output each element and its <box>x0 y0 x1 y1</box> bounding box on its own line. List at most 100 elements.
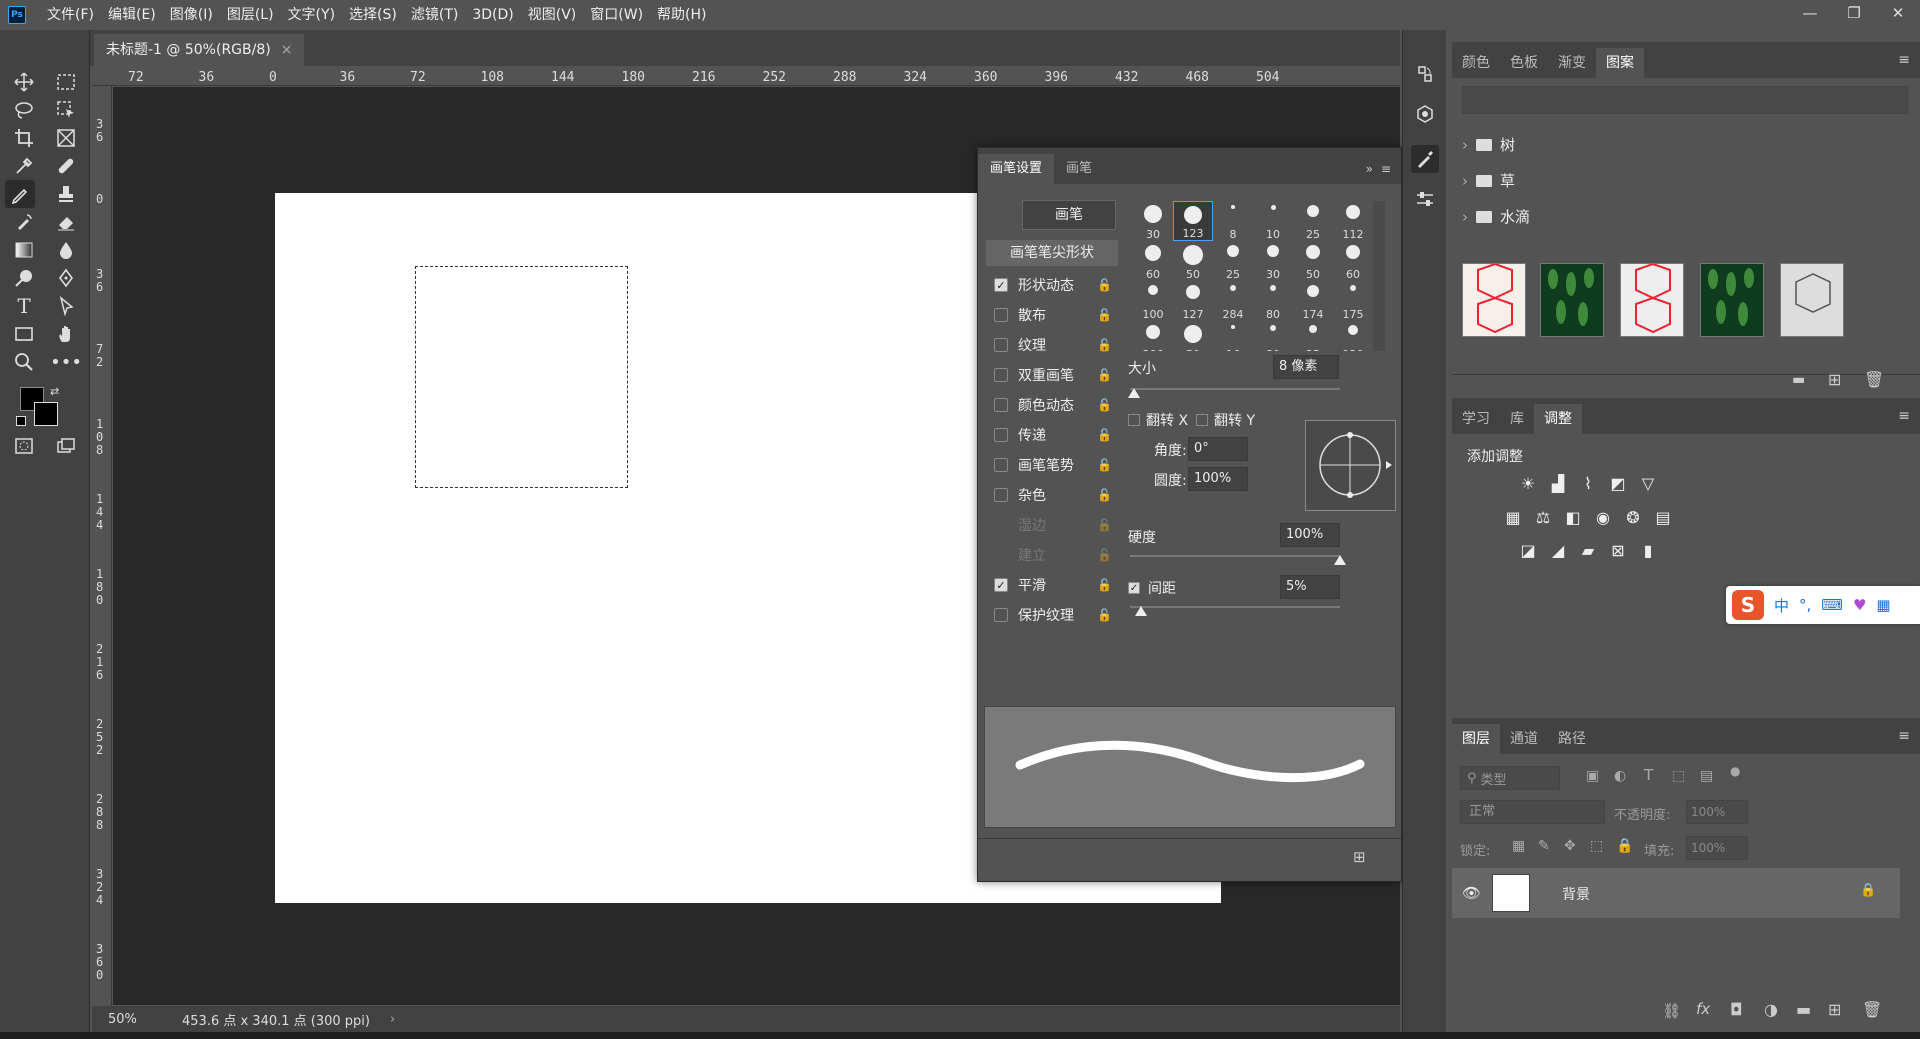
brush-preset[interactable]: 30 <box>1133 201 1173 241</box>
pattern-swatch-leaves-2[interactable] <box>1700 263 1764 337</box>
adjust-menu-icon[interactable]: ≡ <box>1898 408 1910 424</box>
marquee-tool-icon[interactable] <box>51 68 81 96</box>
black-white-icon[interactable]: ◧ <box>1562 508 1584 528</box>
restore-button[interactable]: ❐ <box>1832 0 1876 26</box>
patterns-search-field[interactable] <box>1462 86 1908 114</box>
dodge-tool-icon[interactable] <box>9 264 39 292</box>
patterns-menu-icon[interactable]: ≡ <box>1898 52 1910 68</box>
3d-panel-icon[interactable] <box>1411 100 1439 128</box>
brush-option-row[interactable]: 纹理 🔓 <box>986 331 1118 359</box>
eyedropper-tool-icon[interactable] <box>9 152 39 180</box>
filter-pixel-icon[interactable]: ▣ <box>1586 768 1599 784</box>
checkbox-icon[interactable] <box>994 488 1008 502</box>
selection-marquee[interactable] <box>415 266 628 488</box>
unlock-icon[interactable]: 🔓 <box>1097 368 1112 382</box>
history-brush-icon[interactable] <box>9 208 39 236</box>
pattern-swatch-hex-red[interactable] <box>1462 262 1526 337</box>
minimize-button[interactable]: — <box>1788 0 1832 26</box>
brush-preset[interactable]: 60 <box>1333 241 1373 281</box>
pattern-folder-grass[interactable]: › 草 <box>1462 170 1515 191</box>
ime-mode-toggle[interactable]: 中 <box>1774 595 1789 616</box>
add-mask-icon[interactable]: ◘ <box>1730 1000 1743 1019</box>
hand-tool-icon[interactable] <box>51 320 81 348</box>
brush-preset[interactable]: 30 <box>1253 241 1293 281</box>
tab-layers[interactable]: 图层 <box>1452 724 1500 754</box>
menu-window[interactable]: 窗口(W) <box>583 0 650 30</box>
ime-punctuation-toggle[interactable]: °, <box>1799 596 1811 614</box>
fill-input[interactable]: 100% <box>1686 836 1748 860</box>
unlock-icon[interactable]: 🔓 <box>1097 278 1112 292</box>
invert-icon[interactable]: ◪ <box>1517 541 1539 561</box>
frame-tool-icon[interactable] <box>51 124 81 152</box>
new-layer-icon[interactable]: ⊞ <box>1828 1000 1841 1019</box>
tab-brush-settings[interactable]: 画笔设置 <box>978 154 1055 184</box>
tab-color[interactable]: 颜色 <box>1452 48 1500 78</box>
curves-icon[interactable]: ⌇ <box>1577 474 1599 494</box>
filter-type-icon[interactable]: T <box>1644 766 1653 784</box>
brush-option-row[interactable]: 杂色 🔓 <box>986 481 1118 509</box>
filter-shape-icon[interactable]: ⬚ <box>1672 768 1685 784</box>
filter-toggle-icon[interactable]: ● <box>1730 764 1740 778</box>
more-tools-icon[interactable]: ••• <box>50 348 82 376</box>
menu-view[interactable]: 视图(V) <box>521 0 584 30</box>
selective-color-icon[interactable]: ▮ <box>1637 541 1659 561</box>
delete-layer-icon[interactable]: 🗑 <box>1862 1000 1882 1019</box>
sogou-logo[interactable]: S <box>1732 590 1764 620</box>
exposure-icon[interactable]: ◩ <box>1607 474 1629 494</box>
brush-preset[interactable]: 80 <box>1253 321 1293 351</box>
brush-preset[interactable]: 100 <box>1133 281 1173 321</box>
unlock-icon[interactable]: 🔓 <box>1097 518 1112 532</box>
brush-preset[interactable]: 174 <box>1293 281 1333 321</box>
zoom-level[interactable]: 50% <box>108 1012 152 1027</box>
unlock-icon[interactable]: 🔓 <box>1097 608 1112 622</box>
brushes-button[interactable]: 画笔 <box>1022 200 1116 230</box>
menu-filter[interactable]: 滤镜(T) <box>404 0 465 30</box>
flip-y-option[interactable]: 翻转 Y <box>1196 410 1255 430</box>
unlock-icon[interactable]: 🔓 <box>1097 578 1112 592</box>
blend-mode-select[interactable]: 正常 <box>1460 800 1605 824</box>
crop-tool-icon[interactable] <box>9 124 39 152</box>
tab-patterns[interactable]: 图案 <box>1596 48 1644 78</box>
brush-preset[interactable]: 8 <box>1213 201 1253 241</box>
filter-adjust-icon[interactable]: ◐ <box>1614 768 1626 784</box>
unlock-icon[interactable]: 🔓 <box>1097 428 1112 442</box>
menu-select[interactable]: 选择(S) <box>342 0 404 30</box>
stamp-tool-icon[interactable] <box>51 180 81 208</box>
checkbox-icon[interactable] <box>994 428 1008 442</box>
ime-menu-icon[interactable]: ▦ <box>1876 596 1890 614</box>
checkbox-icon[interactable] <box>994 608 1008 622</box>
hardness-slider[interactable] <box>1130 555 1340 557</box>
brush-preset[interactable]: 25 <box>1293 321 1333 351</box>
unlock-icon[interactable]: 🔓 <box>1097 398 1112 412</box>
brush-option-row[interactable]: ✓ 平滑 🔓 <box>986 571 1118 599</box>
visibility-eye-icon[interactable]: 👁 <box>1462 884 1481 902</box>
close-button[interactable]: ✕ <box>1876 0 1920 26</box>
color-lookup-icon[interactable]: ▤ <box>1652 508 1674 528</box>
tab-close-icon[interactable]: × <box>281 34 293 66</box>
brush-preset[interactable]: 25 <box>1213 241 1253 281</box>
screen-mode-icon[interactable] <box>51 432 81 460</box>
type-tool-icon[interactable]: T <box>9 292 39 320</box>
checkbox-icon[interactable] <box>994 398 1008 412</box>
menu-image[interactable]: 图像(I) <box>163 0 220 30</box>
tab-brushes[interactable]: 画笔 <box>1054 154 1104 184</box>
pattern-folder-trees[interactable]: › 树 <box>1462 134 1515 155</box>
adjustments-sliders-icon[interactable] <box>1411 185 1439 213</box>
checkbox-icon[interactable] <box>994 338 1008 352</box>
brush-preset[interactable]: 175 <box>1333 281 1373 321</box>
opacity-input[interactable]: 100% <box>1686 800 1748 824</box>
tab-libraries[interactable]: 库 <box>1500 404 1534 434</box>
tab-gradients[interactable]: 渐变 <box>1548 48 1596 78</box>
brush-preset[interactable]: 112 <box>1333 201 1373 241</box>
new-group-icon[interactable]: ▬ <box>1796 1000 1811 1019</box>
posterize-icon[interactable]: ◢ <box>1547 541 1569 561</box>
brush-preset[interactable]: 10 <box>1253 201 1293 241</box>
layer-filter-select[interactable]: ⚲ 类型 <box>1460 766 1560 790</box>
history-panel-icon[interactable] <box>1411 60 1439 88</box>
checkbox-icon[interactable] <box>994 368 1008 382</box>
info-arrow-icon[interactable]: › <box>390 1012 395 1027</box>
ime-skin-icon[interactable]: ♥ <box>1853 596 1866 614</box>
size-slider[interactable] <box>1130 388 1340 390</box>
spacing-option[interactable]: ✓ 间距 <box>1128 578 1176 598</box>
menu-3d[interactable]: 3D(D) <box>465 0 520 30</box>
